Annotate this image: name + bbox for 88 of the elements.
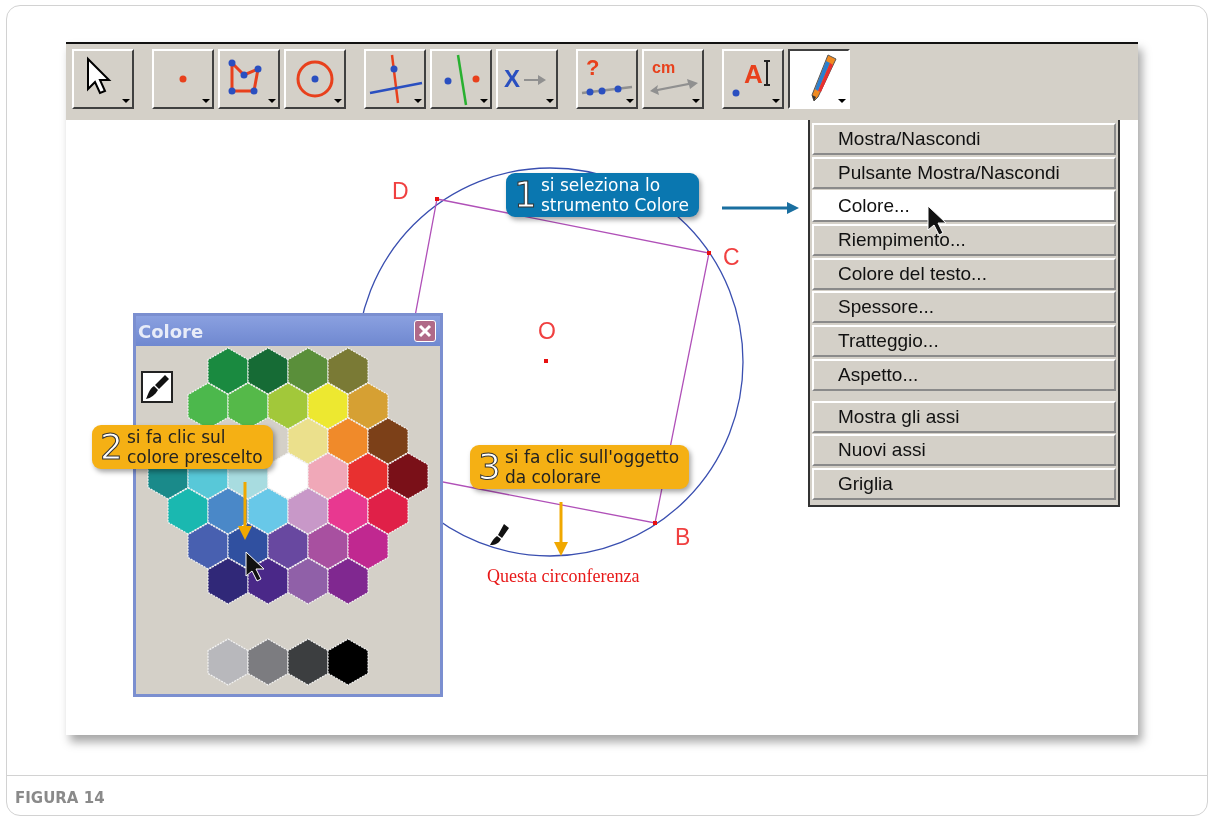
color-swatch[interactable] [347, 452, 389, 500]
dropdown-caret-icon [268, 99, 276, 103]
dropdown-caret-icon [772, 99, 780, 103]
menu-item[interactable]: Mostra gli assi [812, 400, 1116, 433]
callout-text: si fa clic sul colore prescelto [126, 427, 263, 467]
point-marker [544, 359, 548, 363]
polygon-icon [228, 59, 262, 95]
step-number: 1 [514, 177, 537, 213]
mouse-cursor-icon [245, 551, 265, 582]
color-swatch[interactable] [247, 638, 289, 686]
callout-text: si fa clic sull'oggetto da colorare [504, 447, 680, 487]
menu-item[interactable]: Tratteggio... [812, 325, 1116, 358]
color-swatch[interactable] [287, 417, 329, 465]
color-swatch[interactable] [247, 557, 289, 605]
perpendicular-lines-icon [369, 54, 423, 104]
color-swatch[interactable] [287, 638, 329, 686]
figure-caption: FIGURA 14 [15, 787, 105, 809]
point-label: D [392, 178, 409, 204]
point-icon [179, 75, 187, 83]
color-swatch[interactable] [267, 522, 309, 570]
window-title: Colore [138, 319, 204, 344]
pointer-arrow-icon [87, 56, 112, 95]
color-swatch[interactable] [287, 347, 329, 395]
menu-item[interactable]: Riempimento... [812, 224, 1116, 257]
point-marker [707, 251, 711, 255]
paintbrush-icon [143, 373, 171, 401]
color-swatch[interactable] [187, 522, 229, 570]
color-swatch[interactable] [207, 487, 249, 535]
color-swatch[interactable] [327, 347, 369, 395]
pencil-icon [811, 54, 837, 102]
color-swatch[interactable] [327, 487, 369, 535]
menu-item[interactable]: Mostra/Nascondi [812, 123, 1116, 155]
color-swatch[interactable] [287, 557, 329, 605]
dropdown-caret-icon [202, 99, 210, 103]
dropdown-caret-icon [334, 99, 342, 103]
tool-button[interactable] [788, 49, 850, 109]
menu-item[interactable]: Colore del testo... [812, 257, 1116, 290]
color-swatch[interactable] [387, 452, 429, 500]
step-number: 3 [478, 449, 501, 485]
dropdown-caret-icon [692, 99, 700, 103]
color-swatch[interactable] [347, 522, 389, 570]
color-swatch[interactable] [247, 487, 289, 535]
menu-item[interactable]: Aspetto... [812, 358, 1116, 391]
pointer-arrow [238, 482, 252, 540]
color-swatch[interactable] [327, 417, 369, 465]
parallel-line-icon [444, 54, 480, 106]
dropdown-caret-icon [626, 99, 634, 103]
color-swatch[interactable] [267, 452, 309, 500]
paintbrush-cursor-icon [490, 524, 509, 545]
paintbrush-tool-button[interactable] [141, 371, 173, 403]
pointer-arrow [554, 502, 568, 556]
menu-item[interactable]: Spessore... [812, 291, 1116, 324]
dropdown-caret-icon [414, 99, 422, 103]
menu-item[interactable]: Colore... [812, 190, 1116, 223]
color-swatch[interactable] [307, 382, 349, 430]
color-swatch[interactable] [307, 522, 349, 570]
close-icon [418, 324, 432, 338]
dropdown-caret-icon [122, 99, 130, 103]
point-marker [435, 197, 439, 201]
point-label: O [538, 318, 556, 344]
close-button[interactable] [414, 320, 436, 342]
object-caption: Questa circonferenza [487, 566, 640, 586]
point-label: C [723, 244, 740, 270]
point-marker [653, 521, 657, 525]
tool-button[interactable]: X [496, 49, 558, 109]
point-label: B [675, 524, 691, 550]
circle-icon [296, 60, 334, 98]
color-swatch[interactable] [207, 557, 249, 605]
color-swatch[interactable] [207, 638, 249, 686]
menu-item[interactable]: Pulsante Mostra/Nascondi [812, 156, 1116, 189]
dropdown-caret-icon [838, 99, 846, 103]
step-number: 2 [100, 429, 123, 465]
dropdown-caret-icon [480, 99, 488, 103]
color-swatch[interactable] [347, 382, 389, 430]
menu-item[interactable]: Nuovi assi [812, 434, 1116, 467]
menu-item[interactable]: Griglia [812, 467, 1116, 500]
color-swatch[interactable] [247, 347, 289, 395]
color-swatch[interactable] [287, 487, 329, 535]
color-swatch[interactable] [307, 452, 349, 500]
color-swatch[interactable] [267, 382, 309, 430]
color-swatch[interactable] [207, 347, 249, 395]
color-swatch[interactable] [327, 638, 369, 686]
color-swatch[interactable] [367, 417, 409, 465]
callout-text: si seleziona lo strumento Colore [540, 175, 689, 215]
color-swatch[interactable] [327, 557, 369, 605]
color-swatch[interactable] [367, 487, 409, 535]
color-swatch[interactable] [167, 487, 209, 535]
dropdown-caret-icon [546, 99, 554, 103]
